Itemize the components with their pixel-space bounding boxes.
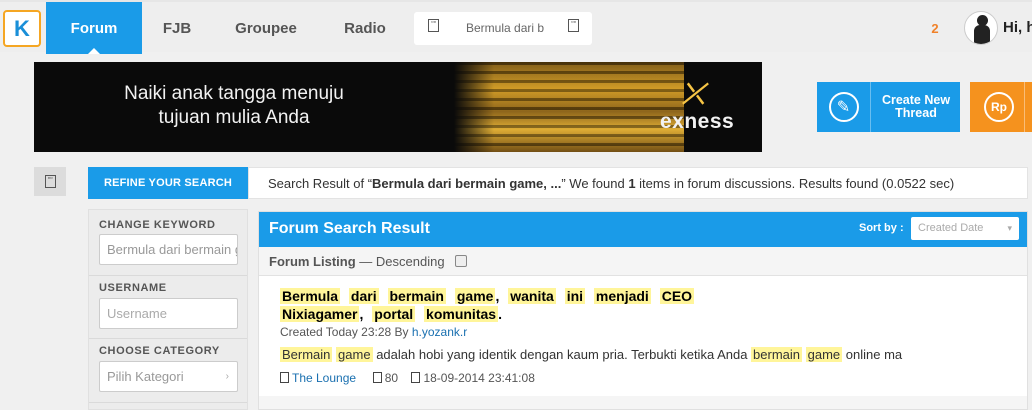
banner-line-1: Naiki anak tangga menuju <box>124 83 344 104</box>
tab-forum[interactable]: Forum <box>46 2 142 54</box>
snippet-text: adalah hobi yang identik dengan kaum pri… <box>372 347 752 362</box>
create-thread-label: Create New Thread <box>873 94 959 120</box>
thread-icon: ▫▫ <box>428 19 439 32</box>
keyword-label: CHANGE KEYWORD <box>99 219 216 231</box>
open-thread-tab[interactable]: ▫▫ Bermula dari b ▫▫ <box>414 12 592 45</box>
sort-select[interactable]: Created Date ▾ <box>911 217 1019 240</box>
username-input[interactable]: Username <box>99 298 238 329</box>
title-word: menjadi <box>593 288 651 304</box>
toggle-sidebar-icon[interactable]: ▫▫ <box>34 167 66 196</box>
clock-icon <box>411 372 421 383</box>
snippet-highlight: Bermain <box>280 347 333 362</box>
thread-footer: The Lounge 80 18-09-2014 23:41:08 <box>280 371 535 385</box>
summary-prefix: Search Result of “ <box>268 176 373 191</box>
tab-radio[interactable]: Radio <box>330 2 400 54</box>
author-link[interactable]: h.yozank.r <box>412 325 467 339</box>
summary-suffix: items in forum discussions. Results foun… <box>635 176 955 191</box>
thread-snippet: Bermain game adalah hobi yang identik de… <box>280 347 902 362</box>
exness-logo-icon: ⤫ <box>682 78 705 109</box>
views-icon <box>372 372 382 383</box>
snippet-highlight: bermain <box>751 347 803 362</box>
chevron-down-icon: ▾ <box>1007 223 1012 233</box>
category-label: CHOOSE CATEGORY <box>99 345 220 357</box>
title-word: bermain <box>387 288 446 304</box>
title-word: Nixiagamer <box>280 306 360 322</box>
create-thread-line-2: Thread <box>895 106 937 120</box>
stairs-image <box>454 62 684 152</box>
summary-count: 1 <box>628 176 636 191</box>
sort-label: Sort by : <box>859 222 904 234</box>
snippet-text: online ma <box>842 347 903 362</box>
close-icon[interactable]: ▫▫ <box>568 19 579 32</box>
title-word: , <box>495 288 500 304</box>
tab-fjb[interactable]: FJB <box>142 2 212 54</box>
snippet-highlight: game <box>805 347 843 362</box>
notification-count: 2 <box>931 21 939 36</box>
category-select[interactable]: Pilih Kategori › <box>99 361 238 392</box>
open-thread-tab-label: Bermula dari b <box>466 21 545 35</box>
create-thread-button[interactable]: ✎ Create New Thread <box>817 82 960 132</box>
title-word: dari <box>348 288 379 304</box>
grid-icon: ▫▫ <box>44 175 56 188</box>
search-summary: Search Result of “Bermula dari bermain g… <box>248 167 1028 199</box>
banner-slogan: Naiki anak tangga menuju tujuan mulia An… <box>34 82 434 130</box>
refine-sidebar: CHANGE KEYWORD Bermula dari bermain game… <box>88 209 248 410</box>
logo-letter: K <box>14 15 30 41</box>
rp-icon: Rp <box>984 92 1014 122</box>
sort-select-value: Created Date <box>918 222 984 234</box>
tab-groupee-label: Groupee <box>235 19 297 37</box>
tab-fjb-label: FJB <box>162 19 192 37</box>
top-navbar: K Forum FJB Groupee Radio ▫▫ Bermula dar… <box>0 0 1032 54</box>
title-word: . <box>498 306 502 322</box>
title-word: ini <box>564 288 586 304</box>
listing-label: Forum Listing <box>269 254 356 269</box>
tab-forum-label: Forum <box>70 19 118 37</box>
keyword-input[interactable]: Bermula dari bermain game <box>99 234 238 265</box>
summary-mid: ” We found <box>561 176 629 191</box>
category-icon <box>280 372 289 383</box>
title-word: wanita <box>508 288 556 304</box>
tab-radio-label: Radio <box>344 19 386 37</box>
banner-brand: exness <box>660 110 735 133</box>
thread-date: 18-09-2014 23:41:08 <box>423 371 535 385</box>
thread-meta-prefix: Created Today 23:28 By <box>280 325 412 339</box>
forum-listing-bar: Forum Listing — Descending <box>269 254 467 269</box>
rp-button[interactable]: Rp <box>970 82 1032 132</box>
tab-groupee[interactable]: Groupee <box>220 2 312 54</box>
listing-checkbox[interactable] <box>454 255 467 267</box>
ad-banner[interactable]: Naiki anak tangga menuju tujuan mulia An… <box>34 62 762 152</box>
chevron-right-icon: › <box>225 371 229 382</box>
title-word: , <box>359 306 364 322</box>
search-results-panel: Forum Search Result Sort by : Created Da… <box>258 211 1028 410</box>
title-word: Bermula <box>280 288 341 304</box>
listing-order: — Descending <box>355 254 445 269</box>
thread-meta: Created Today 23:28 By h.yozank.r <box>280 325 467 339</box>
views-count: 80 <box>384 371 399 385</box>
kaskus-logo[interactable]: K <box>3 10 41 47</box>
user-greeting[interactable]: Hi, h <box>1003 19 1032 36</box>
title-word: CEO <box>659 288 695 304</box>
refine-search-tab[interactable]: REFINE YOUR SEARCH <box>88 167 248 199</box>
username-label: USERNAME <box>99 282 167 294</box>
category-select-value: Pilih Kategori <box>107 369 184 384</box>
list-item: Bermula dari bermain game, wanita ini me… <box>259 276 1027 396</box>
rp-label: Rp <box>991 100 1007 114</box>
snippet-highlight: game <box>336 347 373 362</box>
category-link[interactable]: The Lounge <box>292 371 356 385</box>
results-header: Forum Search Result Sort by : Created Da… <box>259 212 1027 247</box>
title-word: portal <box>372 306 416 322</box>
results-title: Forum Search Result <box>269 220 430 237</box>
thread-title-link[interactable]: Bermula dari bermain game, wanita ini me… <box>280 287 750 323</box>
summary-query: Bermula dari bermain game, ... <box>372 176 562 191</box>
banner-line-2: tujuan mulia Anda <box>158 107 310 128</box>
avatar[interactable] <box>964 11 998 45</box>
title-word: komunitas <box>424 306 499 322</box>
pencil-icon: ✎ <box>817 82 871 132</box>
notification-badge[interactable]: 2 <box>925 19 945 39</box>
title-word: game <box>454 288 496 304</box>
